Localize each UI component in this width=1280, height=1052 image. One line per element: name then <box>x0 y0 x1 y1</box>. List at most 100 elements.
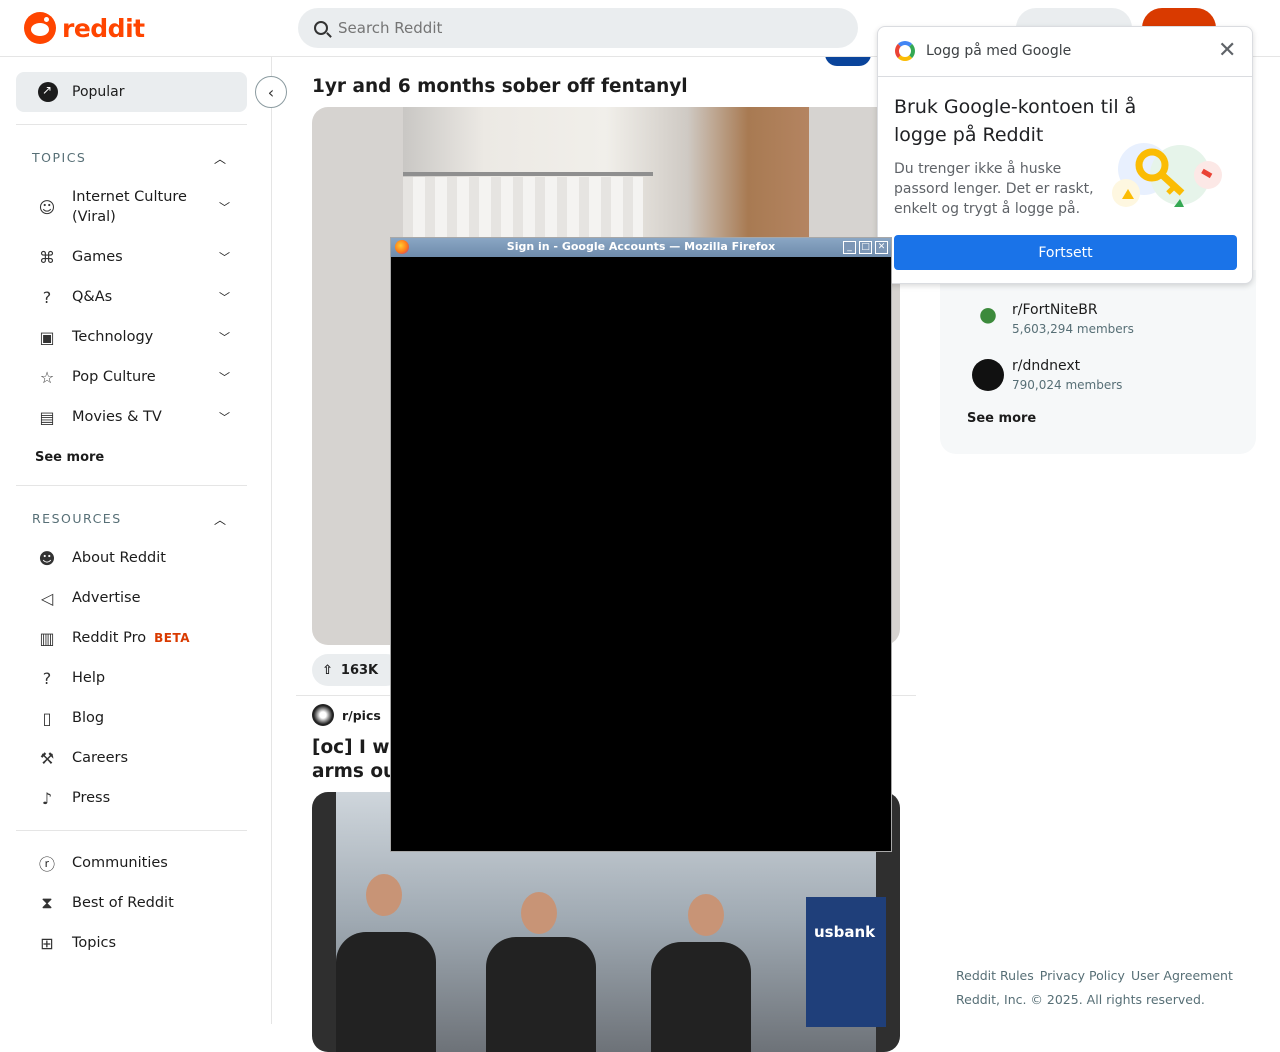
chevron-down-icon: ﹀ <box>219 371 230 384</box>
book-icon: ▯ <box>42 708 52 728</box>
resources-heading[interactable]: RESOURCES <box>32 511 122 526</box>
mic-icon: ♪ <box>41 788 53 808</box>
star-icon: ☆ <box>39 367 55 387</box>
close-window-icon[interactable]: ✕ <box>875 241 888 254</box>
community-avatar <box>972 359 1004 391</box>
topic-pop-culture[interactable]: ☆ Pop Culture ﹀ <box>36 366 236 388</box>
nav-label: Communities <box>72 855 168 871</box>
chevron-down-icon: ﹀ <box>219 331 230 344</box>
left-sidebar: Popular TOPICS ︿ ☺ Internet Culture (Vir… <box>0 57 272 1024</box>
topic-qas[interactable]: ? Q&As ﹀ <box>36 286 236 308</box>
footer-link-privacy[interactable]: Privacy Policy <box>1040 968 1125 983</box>
resource-blog[interactable]: ▯ Blog <box>36 707 236 729</box>
community-members: 790,024 members <box>1012 378 1123 392</box>
search-bar[interactable] <box>298 8 858 48</box>
topics-heading[interactable]: TOPICS <box>32 150 86 165</box>
logo-text: reddit <box>62 13 145 43</box>
topic-movies-tv[interactable]: ▤ Movies & TV ﹀ <box>36 406 236 428</box>
continue-button[interactable]: Fortsett <box>894 235 1237 270</box>
divider <box>16 485 247 486</box>
topic-technology[interactable]: ▣ Technology ﹀ <box>36 326 236 348</box>
chevron-up-icon[interactable]: ︿ <box>214 511 226 528</box>
search-input[interactable] <box>338 19 818 37</box>
resource-careers[interactable]: ⚒ Careers <box>36 747 236 769</box>
chevron-down-icon: ﹀ <box>219 411 230 424</box>
snoo-icon <box>24 12 56 44</box>
curtain-rod <box>403 172 653 176</box>
google-signin-panel: Logg på med Google ✕ Bruk Google-kontoen… <box>877 26 1253 284</box>
help-icon: ? <box>42 668 52 688</box>
nav-topics[interactable]: ⊞ Topics <box>36 932 236 954</box>
reddit-icon: ☻ <box>38 548 56 568</box>
officer-head <box>688 894 724 936</box>
resource-label: About Reddit <box>72 550 166 566</box>
post2-title-line1[interactable]: [oc] I wi <box>312 736 396 760</box>
wrench-icon: ⚒ <box>39 748 55 768</box>
panel-description: Du trenger ikke å huske passord lenger. … <box>894 161 1094 217</box>
officer-figure <box>651 942 751 1052</box>
panel-header: Logg på med Google ✕ <box>878 27 1252 77</box>
post2-title-line2[interactable]: arms ou <box>312 760 396 784</box>
topic-label: Pop Culture <box>72 369 156 385</box>
vote-pill[interactable]: ⇧ 163K <box>312 654 402 686</box>
resource-label: Careers <box>72 750 129 766</box>
post2-subreddit[interactable]: r/pics <box>342 708 381 723</box>
resource-reddit-pro[interactable]: ▥ Reddit Pro BETA <box>36 627 236 649</box>
resource-help[interactable]: ? Help <box>36 667 236 689</box>
gamepad-icon: ⌘ <box>39 247 55 267</box>
chevron-down-icon: ﹀ <box>219 291 230 304</box>
communities-see-more[interactable]: See more <box>967 411 1036 426</box>
chip-icon: ▣ <box>39 327 55 347</box>
grid-icon: ⊞ <box>40 933 54 953</box>
chevron-down-icon: ﹀ <box>219 201 230 214</box>
resource-label: Blog <box>72 710 105 726</box>
minimize-icon[interactable]: _ <box>843 241 856 254</box>
resource-about[interactable]: ☻ About Reddit <box>36 547 236 569</box>
resource-label: Press <box>72 790 111 806</box>
vote-count: 163K <box>340 662 379 678</box>
topic-label: Games <box>72 249 123 265</box>
post1-title[interactable]: 1yr and 6 months sober off fentanyl <box>312 75 688 99</box>
copyright: Reddit, Inc. © 2025. All rights reserved… <box>956 992 1205 1007</box>
nav-popular-label: Popular <box>72 84 125 100</box>
topics-see-more[interactable]: See more <box>35 450 104 465</box>
footer-link-agreement[interactable]: User Agreement <box>1131 968 1233 983</box>
community-members: 5,603,294 members <box>1012 322 1134 336</box>
community-name: r/dndnext <box>1012 358 1081 374</box>
topic-label: Technology <box>72 329 154 345</box>
nav-popular[interactable]: Popular <box>16 72 247 112</box>
topic-internet-culture[interactable]: ☺ Internet Culture (Viral) ﹀ <box>36 187 236 227</box>
nav-label: Best of Reddit <box>72 895 174 911</box>
topic-games[interactable]: ⌘ Games ﹀ <box>36 246 236 268</box>
beta-badge: BETA <box>154 631 190 645</box>
window-titlebar[interactable]: Sign in - Google Accounts — Mozilla Fire… <box>391 238 891 257</box>
subreddit-avatar[interactable] <box>312 704 334 726</box>
divider <box>16 830 247 831</box>
nav-communities[interactable]: ⓡ Communities <box>36 852 236 874</box>
hourglass-icon: ⧗ <box>41 893 53 912</box>
maximize-icon[interactable]: □ <box>859 241 872 254</box>
community-dndnext[interactable]: r/dndnext 790,024 members <box>972 358 1122 392</box>
chevron-up-icon[interactable]: ︿ <box>214 150 226 167</box>
clapper-icon: ▤ <box>39 407 55 427</box>
community-avatar <box>972 303 1004 335</box>
firefox-signin-window[interactable]: Sign in - Google Accounts — Mozilla Fire… <box>390 237 892 852</box>
question-icon: ? <box>42 287 52 307</box>
resource-press[interactable]: ♪ Press <box>36 787 236 809</box>
resource-label: Reddit Pro <box>72 630 147 646</box>
smile-icon: ☺ <box>38 197 56 217</box>
upvote-icon[interactable]: ⇧ <box>322 663 333 678</box>
topic-label: Internet Culture (Viral) <box>72 189 187 225</box>
community-fortnitebr[interactable]: r/FortNiteBR 5,603,294 members <box>972 302 1134 336</box>
window-title: Sign in - Google Accounts — Mozilla Fire… <box>506 240 776 253</box>
reddit-logo[interactable]: reddit <box>24 12 145 44</box>
post2-meta: r/pics <box>312 704 381 726</box>
resource-advertise[interactable]: ◁ Advertise <box>36 587 236 609</box>
nav-best-of-reddit[interactable]: ⧗ Best of Reddit <box>36 892 236 914</box>
key-illustration-icon <box>1112 143 1222 207</box>
footer-link-rules[interactable]: Reddit Rules <box>956 968 1034 983</box>
topic-label: Movies & TV <box>72 409 162 425</box>
resource-label: Help <box>72 670 106 686</box>
close-icon[interactable]: ✕ <box>1218 39 1236 63</box>
collapse-sidebar-button[interactable]: ‹ <box>255 76 287 108</box>
